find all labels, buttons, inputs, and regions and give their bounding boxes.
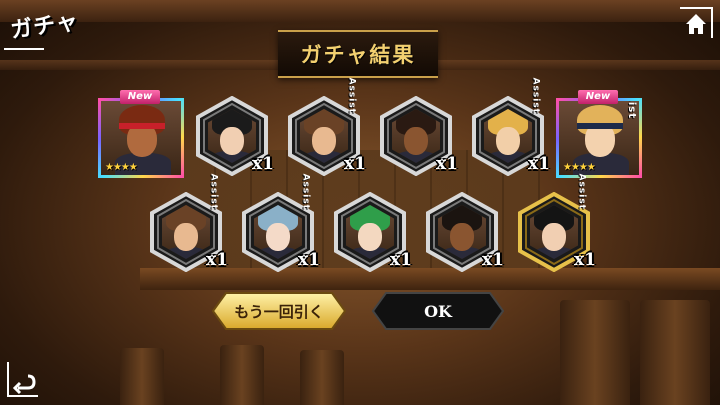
character-card[interactable]: Assist x1 bbox=[518, 174, 596, 272]
assist-label: Assist bbox=[626, 98, 637, 119]
assist-label: Assist bbox=[208, 173, 218, 210]
stool bbox=[300, 350, 344, 405]
quantity-label: x1 bbox=[390, 250, 412, 270]
page-title: ガチャ結果 bbox=[300, 42, 416, 67]
quantity-label: x1 bbox=[528, 154, 550, 174]
title-banner: ガチャ結果 bbox=[278, 30, 438, 78]
chair bbox=[640, 300, 710, 405]
corner-decoration bbox=[4, 48, 44, 50]
quantity-label: x1 bbox=[436, 154, 458, 174]
assist-label: Assist bbox=[346, 77, 356, 114]
star-rating: ★★★★ bbox=[563, 162, 596, 173]
character-card[interactable]: Assist x1 bbox=[150, 174, 228, 272]
assist-label: Assist bbox=[530, 77, 540, 114]
back-button[interactable] bbox=[6, 360, 40, 398]
chair bbox=[560, 300, 630, 405]
assist-label: Assist bbox=[300, 173, 310, 210]
quantity-label: x1 bbox=[344, 154, 366, 174]
stool bbox=[220, 345, 264, 405]
rainbow-frame: ★★★★ Assist bbox=[556, 98, 642, 178]
rainbow-frame: ★★★★ bbox=[98, 98, 184, 178]
character-card[interactable]: x1 bbox=[380, 96, 458, 176]
quantity-label: x1 bbox=[298, 250, 320, 270]
new-badge: New bbox=[578, 90, 618, 104]
rare-character-card[interactable]: ★★★★ New bbox=[98, 90, 184, 178]
draw-again-label: もう一回引く bbox=[234, 302, 324, 321]
character-card[interactable]: Assist x1 bbox=[242, 174, 320, 272]
quantity-label: x1 bbox=[482, 250, 504, 270]
ok-button[interactable]: OK bbox=[372, 292, 504, 330]
character-card[interactable]: Assist x1 bbox=[472, 78, 550, 176]
character-card[interactable]: x1 bbox=[196, 96, 274, 176]
gacha-result-screen: ガチャ ガチャ結果 ★★★★ New x1 Assist x1 x1 Assist x1 ★★★… bbox=[0, 0, 720, 405]
star-rating: ★★★★ bbox=[105, 162, 138, 173]
home-icon bbox=[680, 7, 713, 38]
new-badge: New bbox=[120, 90, 160, 104]
draw-again-button[interactable]: もう一回引く bbox=[212, 292, 346, 330]
ok-label: OK bbox=[424, 301, 452, 321]
character-card[interactable]: x1 bbox=[334, 192, 412, 272]
home-button[interactable] bbox=[678, 6, 714, 40]
rare-character-card[interactable]: ★★★★ Assist New bbox=[556, 90, 642, 178]
ceiling-beam bbox=[0, 0, 720, 22]
stool bbox=[120, 348, 164, 405]
back-arrow-icon bbox=[7, 362, 38, 397]
assist-label: Assist bbox=[576, 173, 586, 210]
character-card[interactable]: x1 bbox=[426, 192, 504, 272]
quantity-label: x1 bbox=[252, 154, 274, 174]
quantity-label: x1 bbox=[206, 250, 228, 270]
character-card[interactable]: Assist x1 bbox=[288, 78, 366, 176]
quantity-label: x1 bbox=[574, 250, 596, 270]
